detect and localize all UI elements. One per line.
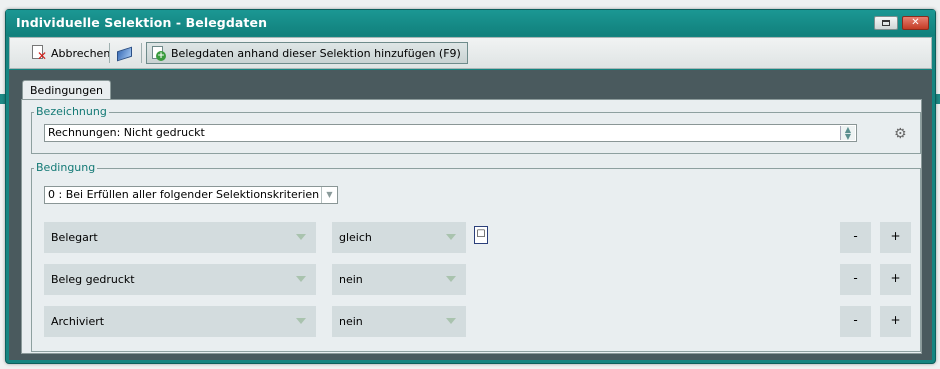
remove-criterion-button[interactable]: - xyxy=(840,264,871,295)
remove-criterion-button[interactable]: - xyxy=(840,222,871,253)
criterion-operator-select[interactable]: nein xyxy=(332,264,466,295)
chevron-down-icon xyxy=(296,276,306,282)
criterion-operator-select[interactable]: gleich xyxy=(332,222,466,253)
criterion-field-value: Archiviert xyxy=(51,315,105,328)
window-title: Individuelle Selektion - Belegdaten xyxy=(16,15,268,30)
cancel-button[interactable]: ✕ Abbrechen xyxy=(27,42,114,64)
criterion-field-select[interactable]: Belegart xyxy=(44,222,316,253)
spin-icon[interactable]: ▲ ▼ xyxy=(840,126,855,141)
remove-criterion-button[interactable]: - xyxy=(840,306,871,337)
add-document-icon: + xyxy=(151,45,167,61)
tab-panel: Bezeichnung Rechnungen: Nicht gedruckt ▲… xyxy=(21,99,922,354)
criterion-operator-value: nein xyxy=(339,315,363,328)
add-documents-button[interactable]: + Belegdaten anhand dieser Selektion hin… xyxy=(146,42,468,64)
chevron-down-icon[interactable]: ▼ xyxy=(321,187,337,203)
value-picker-icon[interactable]: ☐ xyxy=(474,226,488,244)
bezeichnung-group: Bezeichnung Rechnungen: Nicht gedruckt ▲… xyxy=(31,105,921,154)
toolbar: ✕ Abbrechen + Belegdaten anhand dieser S… xyxy=(9,37,932,69)
close-button[interactable]: ✕ xyxy=(902,16,929,30)
cancel-label: Abbrechen xyxy=(51,46,111,60)
criterion-operator-value: gleich xyxy=(339,231,372,244)
criterion-field-value: Beleg gedruckt xyxy=(51,273,135,286)
dialog-content: Bedingungen Bezeichnung Rechnungen: Nich… xyxy=(9,70,932,360)
toolbar-separator xyxy=(141,43,142,63)
add-criterion-button[interactable]: + xyxy=(880,222,911,253)
condition-mode-select[interactable]: 0 : Bei Erfüllen aller folgender Selekti… xyxy=(44,186,338,204)
bedingung-group: Bedingung 0 : Bei Erfüllen aller folgend… xyxy=(31,161,921,352)
open-book-button[interactable] xyxy=(114,42,136,64)
criterion-operator-value: nein xyxy=(339,273,363,286)
bezeichnung-value: Rechnungen: Nicht gedruckt xyxy=(48,126,205,139)
bedingung-label: Bedingung xyxy=(34,161,98,175)
book-icon xyxy=(116,46,132,60)
bezeichnung-input[interactable]: Rechnungen: Nicht gedruckt ▲ ▼ xyxy=(44,124,857,142)
restore-button[interactable] xyxy=(874,16,898,30)
criterion-operator-select[interactable]: nein xyxy=(332,306,466,337)
chevron-down-icon xyxy=(296,318,306,324)
tool-icon[interactable]: ⚙ xyxy=(894,126,908,142)
selection-dialog: Individuelle Selektion - Belegdaten ✕ ✕ … xyxy=(5,9,936,364)
add-documents-label: Belegdaten anhand dieser Selektion hinzu… xyxy=(171,46,461,60)
criterion-field-value: Belegart xyxy=(51,231,98,244)
tab-bedingungen[interactable]: Bedingungen xyxy=(22,80,111,100)
add-criterion-button[interactable]: + xyxy=(880,264,911,295)
toolbar-separator xyxy=(109,43,110,63)
chevron-down-icon xyxy=(296,234,306,240)
criterion-field-select[interactable]: Beleg gedruckt xyxy=(44,264,316,295)
chevron-down-icon xyxy=(446,234,456,240)
bezeichnung-label: Bezeichnung xyxy=(34,105,109,119)
add-criterion-button[interactable]: + xyxy=(880,306,911,337)
cancel-icon: ✕ xyxy=(31,45,47,62)
title-bar[interactable]: Individuelle Selektion - Belegdaten ✕ xyxy=(6,10,935,36)
chevron-down-icon xyxy=(446,276,456,282)
criterion-field-select[interactable]: Archiviert xyxy=(44,306,316,337)
condition-mode-value: 0 : Bei Erfüllen aller folgender Selekti… xyxy=(48,188,320,201)
chevron-down-icon xyxy=(446,318,456,324)
